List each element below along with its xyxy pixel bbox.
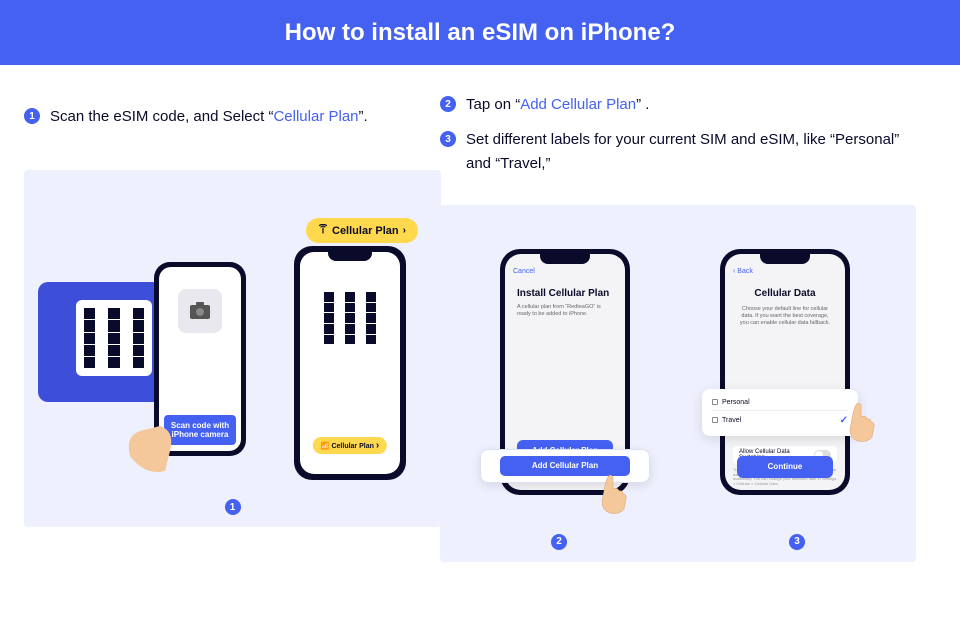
install-plan-title: Install Cellular Plan	[505, 288, 625, 299]
page-header: How to install an eSIM on iPhone?	[0, 0, 960, 65]
caption-badge-2: 2	[551, 534, 567, 550]
pointer-hand-icon	[590, 471, 636, 517]
cellular-plan-chip: Cellular Plan ›	[306, 218, 418, 243]
qr-pattern-icon	[324, 292, 376, 344]
step-1: 1 Scan the eSIM code, and Select “Cellul…	[24, 105, 440, 128]
list-row-personal: Personal	[712, 395, 848, 410]
panel-1: Scan code with iPhone camera Cellular Pl…	[24, 170, 441, 527]
step-2-text: Tap on “Add Cellular Plan” .	[466, 93, 649, 116]
list-row-travel: Travel ✓	[712, 410, 848, 430]
cellular-plan-chip-small: 📶Cellular Plan›	[313, 437, 387, 454]
hand-holding-icon	[120, 416, 180, 476]
cellular-data-title: Cellular Data	[725, 288, 845, 299]
checkbox-icon	[712, 417, 718, 423]
checkbox-icon	[712, 399, 718, 405]
qr-code-small	[320, 288, 380, 348]
label-list-card: Personal Travel ✓	[702, 389, 858, 436]
caption-badge-1: 1	[225, 499, 241, 515]
back-link: ‹ Back	[733, 268, 753, 275]
content-area: 1 Scan the eSIM code, and Select “Cellul…	[0, 65, 960, 562]
notch-icon	[328, 252, 372, 261]
antenna-icon: 📶	[321, 443, 330, 450]
chevron-right-icon: ›	[376, 440, 379, 451]
pointer-hand-icon	[838, 399, 884, 445]
instructions-right: 2 Tap on “Add Cellular Plan” . 3 Set dif…	[440, 65, 916, 205]
cancel-link: Cancel	[513, 268, 535, 275]
panel-2: Cancel Install Cellular Plan A cellular …	[440, 205, 916, 562]
qr-code-large	[76, 300, 152, 376]
notch-icon	[760, 254, 810, 264]
step-2: 2 Tap on “Add Cellular Plan” .	[440, 93, 916, 116]
step-1-text: Scan the eSIM code, and Select “Cellular…	[50, 105, 368, 128]
install-plan-subtitle: A cellular plan from “RedteaGO” is ready…	[505, 304, 625, 318]
continue-button: Continue	[737, 456, 833, 478]
step-3-badge: 3	[440, 131, 456, 147]
right-column: 2 Tap on “Add Cellular Plan” . 3 Set dif…	[440, 65, 940, 562]
panel-1-caption: 1	[24, 499, 441, 515]
notch-icon	[540, 254, 590, 264]
panel-2-captions: 2 3	[440, 534, 916, 550]
caption-badge-3: 3	[789, 534, 805, 550]
camera-icon	[178, 289, 222, 333]
step-1-highlight: Cellular Plan	[273, 108, 358, 125]
step-2-badge: 2	[440, 96, 456, 112]
step-2-highlight: Add Cellular Plan	[520, 96, 636, 113]
chevron-right-icon: ›	[403, 225, 406, 236]
page-title: How to install an eSIM on iPhone?	[285, 19, 676, 47]
phone-plan-graphic: 📶Cellular Plan›	[294, 246, 406, 480]
step-1-badge: 1	[24, 108, 40, 124]
instructions-left: 1 Scan the eSIM code, and Select “Cellul…	[24, 65, 440, 170]
antenna-icon	[318, 224, 328, 237]
qr-pattern-icon	[84, 308, 144, 368]
phone-cellular-data: ‹ Back Cellular Data Choose your default…	[720, 249, 850, 495]
step-3-text: Set different labels for your current SI…	[466, 128, 916, 175]
left-column: 1 Scan the eSIM code, and Select “Cellul…	[0, 65, 440, 562]
cellular-data-subtitle: Choose your default line for cellular da…	[725, 306, 845, 327]
step-3: 3 Set different labels for your current …	[440, 128, 916, 175]
